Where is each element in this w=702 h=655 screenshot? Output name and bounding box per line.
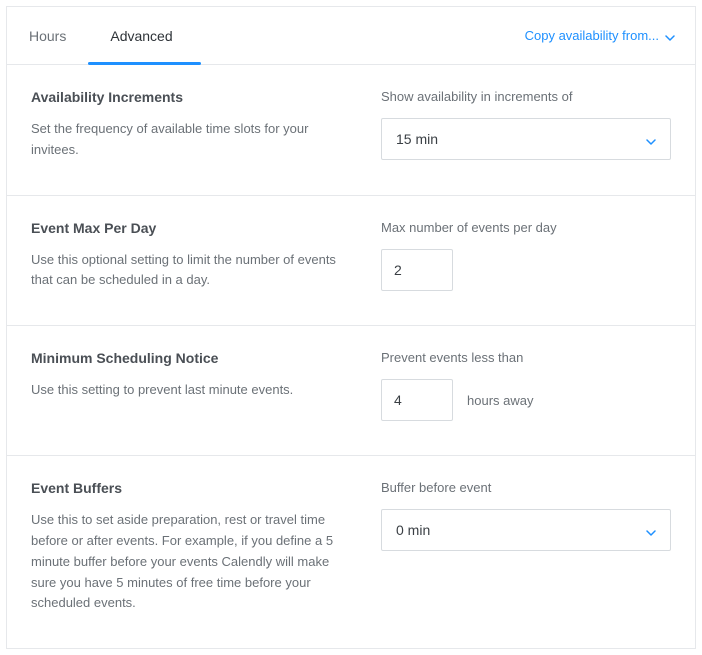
section-title: Minimum Scheduling Notice: [31, 350, 351, 366]
field-label: Buffer before event: [381, 480, 671, 495]
section-description: Use this to set aside preparation, rest …: [31, 510, 351, 614]
buffer-before-value: 0 min: [396, 522, 430, 538]
chevron-down-icon: [665, 31, 675, 41]
field-label: Show availability in increments of: [381, 89, 671, 104]
tabs-row: Hours Advanced Copy availability from...: [7, 7, 695, 65]
buffer-before-select[interactable]: 0 min: [381, 509, 671, 551]
copy-availability-link[interactable]: Copy availability from...: [525, 28, 675, 43]
section-description: Use this optional setting to limit the n…: [31, 250, 351, 292]
min-notice-suffix: hours away: [467, 393, 533, 408]
field-label: Prevent events less than: [381, 350, 671, 365]
section-event-buffers: Event Buffers Use this to set aside prep…: [7, 456, 695, 648]
tab-advanced[interactable]: Advanced: [88, 7, 194, 64]
section-title: Event Buffers: [31, 480, 351, 496]
section-minimum-scheduling-notice: Minimum Scheduling Notice Use this setti…: [7, 326, 695, 456]
section-description: Set the frequency of available time slot…: [31, 119, 351, 161]
min-notice-input[interactable]: [381, 379, 453, 421]
section-description: Use this setting to prevent last minute …: [31, 380, 351, 401]
section-availability-increments: Availability Increments Set the frequenc…: [7, 65, 695, 196]
section-title: Event Max Per Day: [31, 220, 351, 236]
section-event-max-per-day: Event Max Per Day Use this optional sett…: [7, 196, 695, 327]
field-label: Max number of events per day: [381, 220, 671, 235]
increments-value: 15 min: [396, 131, 438, 147]
max-events-input[interactable]: [381, 249, 453, 291]
section-title: Availability Increments: [31, 89, 351, 105]
increments-select[interactable]: 15 min: [381, 118, 671, 160]
settings-panel: Hours Advanced Copy availability from...…: [6, 6, 696, 649]
copy-availability-label: Copy availability from...: [525, 28, 659, 43]
chevron-down-icon: [646, 525, 656, 535]
chevron-down-icon: [646, 134, 656, 144]
tab-hours[interactable]: Hours: [7, 7, 88, 64]
tabs: Hours Advanced: [7, 7, 195, 64]
